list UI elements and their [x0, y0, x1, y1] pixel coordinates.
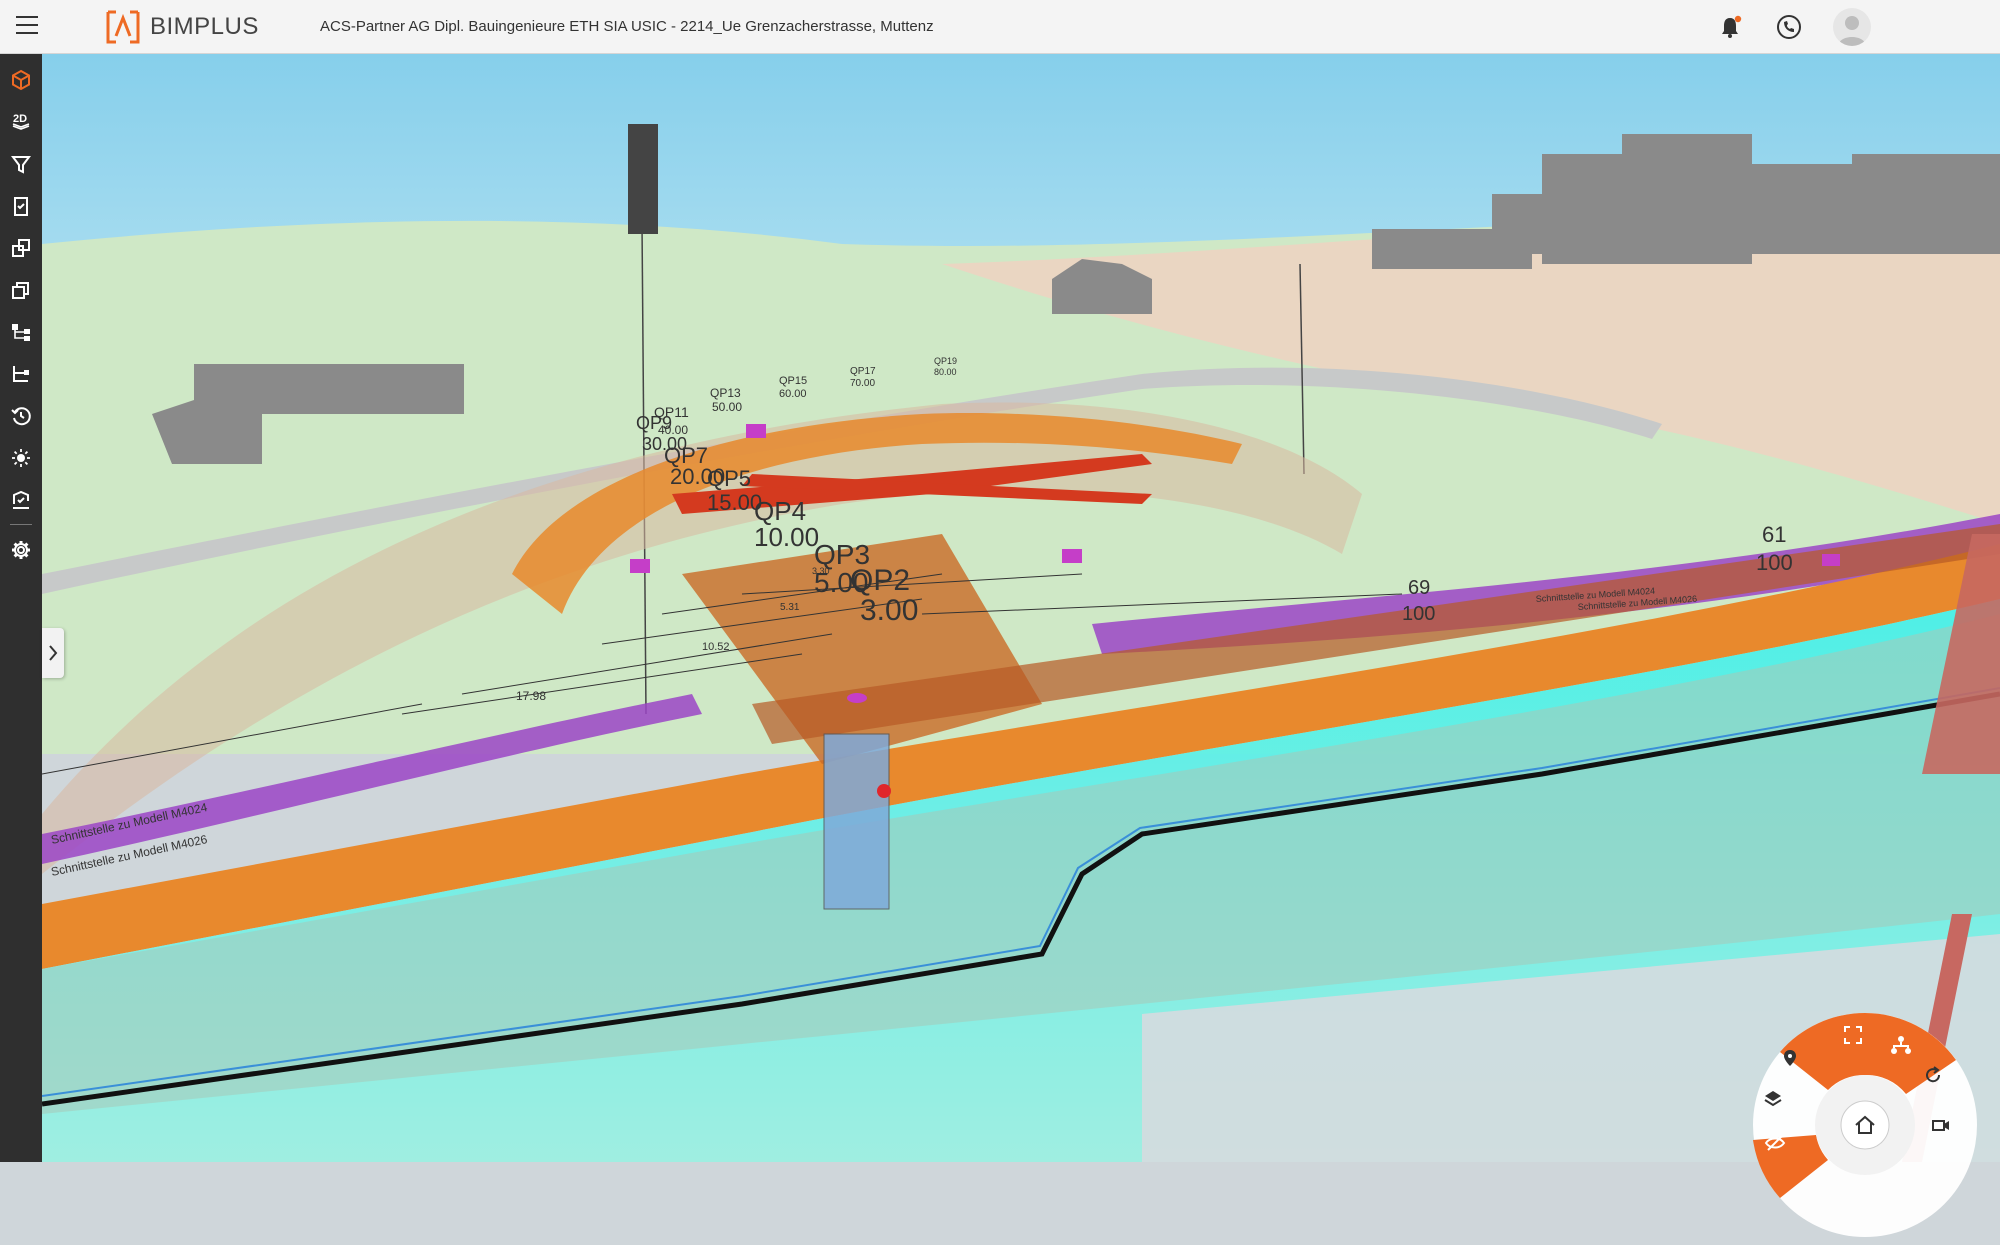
- panel-expand-button[interactable]: [42, 628, 64, 678]
- num-label-1: 61: [1762, 522, 1786, 547]
- qp19-value: 80.00: [934, 367, 957, 377]
- user-avatar[interactable]: [1833, 8, 1871, 46]
- checklist-icon[interactable]: [0, 482, 42, 518]
- qp19-label: QP19: [934, 356, 957, 366]
- bimplus-logo-icon: [106, 10, 140, 44]
- models-icon[interactable]: [0, 230, 42, 266]
- visibility-icon[interactable]: [1764, 1132, 1786, 1154]
- home-icon[interactable]: [1848, 1108, 1882, 1142]
- app-logo[interactable]: BIMPLUS: [104, 8, 259, 46]
- 2d-label: 2D: [13, 113, 27, 125]
- num-label-2: 69: [1408, 577, 1430, 599]
- qp2-label: QP2: [850, 564, 910, 597]
- camera-icon[interactable]: [1930, 1114, 1952, 1136]
- qp17-label: QP17: [850, 366, 876, 377]
- bell-icon[interactable]: [1717, 14, 1743, 40]
- fit-all-icon[interactable]: [1842, 1024, 1864, 1046]
- chevron-right-icon: [49, 645, 58, 661]
- qp5-label: QP5: [707, 466, 751, 491]
- lighting-icon[interactable]: [0, 440, 42, 476]
- qp13-label: QP13: [710, 386, 741, 400]
- left-toolbar: 2D: [0, 54, 42, 1162]
- 3d-scene: QP11 40.00 QP9 30.00 QP7 20.00 QP5 15.00…: [42, 54, 2000, 1162]
- layers-icon[interactable]: [1762, 1088, 1784, 1110]
- 3d-view-icon[interactable]: [0, 62, 42, 98]
- sidebar-divider: [10, 524, 32, 525]
- menu-icon[interactable]: [16, 16, 38, 36]
- top-bar: BIMPLUS ACS-Partner AG Dipl. Bauingenieu…: [0, 0, 2000, 54]
- pole-signs: [628, 124, 658, 234]
- num-label-2b: 100: [1402, 603, 1435, 625]
- hierarchy-icon[interactable]: [0, 356, 42, 392]
- qp4-value: 10.00: [754, 522, 819, 552]
- qp15-value: 60.00: [779, 388, 807, 400]
- 3d-viewport[interactable]: QP11 40.00 QP9 30.00 QP7 20.00 QP5 15.00…: [42, 54, 2000, 1162]
- navigation-wheel[interactable]: [1750, 1010, 1980, 1240]
- filter-icon[interactable]: [0, 146, 42, 182]
- history-icon[interactable]: [0, 398, 42, 434]
- app-name: BIMPLUS: [150, 13, 259, 40]
- rotate-icon[interactable]: [1922, 1064, 1944, 1086]
- 2d-view-icon[interactable]: 2D: [0, 104, 42, 140]
- qp17-value: 70.00: [850, 378, 875, 389]
- layers-icon[interactable]: [0, 272, 42, 308]
- dim-label-4: 3.30: [812, 566, 830, 576]
- qp9-label: QP9: [636, 413, 672, 433]
- qp2-value: 3.00: [860, 594, 918, 627]
- location-icon[interactable]: [1780, 1048, 1800, 1068]
- phone-icon[interactable]: [1776, 14, 1802, 40]
- dim-label-3: 5.31: [780, 602, 800, 613]
- shaft: [823, 733, 890, 910]
- network-icon[interactable]: [1890, 1034, 1912, 1056]
- qp15-label: QP15: [779, 375, 807, 387]
- settings-icon[interactable]: [0, 532, 42, 568]
- project-title: ACS-Partner AG Dipl. Bauingenieure ETH S…: [320, 18, 934, 35]
- qp13-value: 50.00: [712, 400, 742, 414]
- tasks-icon[interactable]: [0, 188, 42, 224]
- structure-icon[interactable]: [0, 314, 42, 350]
- num-label-1b: 100: [1756, 550, 1793, 575]
